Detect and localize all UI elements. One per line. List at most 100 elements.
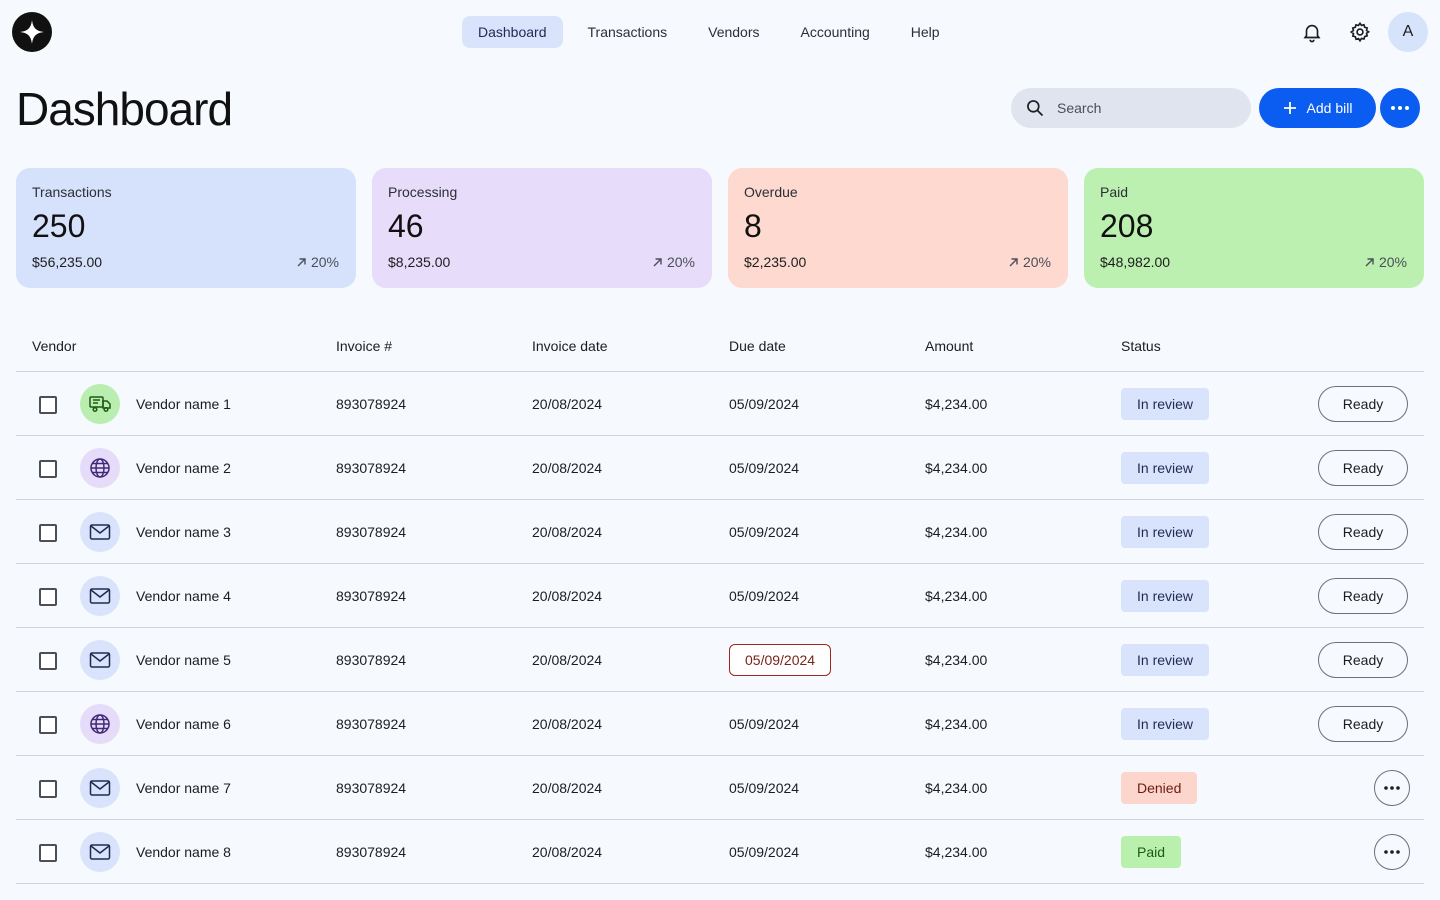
amount: $4,234.00 (925, 396, 988, 412)
top-bar: Dashboard Transactions Vendors Accounting He… (0, 0, 1440, 64)
vendor-name[interactable]: Vendor name 2 (136, 460, 231, 476)
stat-card-processing[interactable]: Processing 46 $8,235.00 20% (372, 168, 712, 288)
bell-icon[interactable] (1292, 12, 1332, 52)
table-row[interactable]: Vendor name 6 893078924 20/08/2024 05/09/20… (0, 692, 1440, 756)
row-more-button[interactable] (1374, 834, 1410, 870)
status-badge: In review (1121, 644, 1210, 676)
table-row[interactable]: Vendor name 4 893078924 20/08/2024 05/09/20… (0, 564, 1440, 628)
vendor-name[interactable]: Vendor name 5 (136, 652, 231, 668)
search-input[interactable] (1057, 100, 1237, 116)
table-row[interactable]: Vendor name 2 893078924 20/08/2024 05/09/20… (0, 436, 1440, 500)
stat-label: Transactions (32, 184, 112, 200)
invoice-number: 893078924 (336, 396, 407, 412)
nav-item-accounting[interactable]: Accounting (785, 16, 886, 48)
status-badge: In review (1121, 708, 1210, 740)
arrow-up-right-icon (297, 257, 306, 266)
invoice-date: 20/08/2024 (532, 460, 603, 476)
stat-count: 8 (744, 208, 762, 244)
invoice-date: 20/08/2024 (532, 396, 603, 412)
row-divider (16, 883, 1424, 884)
ready-button[interactable]: Ready (1318, 386, 1408, 422)
col-due-date[interactable]: Due date (729, 338, 786, 354)
ready-button[interactable]: Ready (1318, 578, 1408, 614)
col-invoice-date[interactable]: Invoice date (532, 338, 608, 354)
table-row[interactable]: Vendor name 7 893078924 20/08/2024 05/09/20… (0, 756, 1440, 820)
invoice-date: 20/08/2024 (532, 652, 603, 668)
vendor-name[interactable]: Vendor name 3 (136, 524, 231, 540)
arrow-up-right-icon (1009, 257, 1018, 266)
invoice-number: 893078924 (336, 780, 407, 796)
table-row[interactable]: Vendor name 5 893078924 20/08/2024 05/09/20… (0, 628, 1440, 692)
stat-card-paid[interactable]: Paid 208 $48,982.00 20% (1084, 168, 1424, 288)
more-horizontal-icon (1391, 106, 1409, 110)
stat-trend-value: 20% (1378, 254, 1407, 270)
amount: $4,234.00 (925, 652, 988, 668)
add-bill-button[interactable]: Add bill (1259, 88, 1376, 128)
table-row[interactable]: Vendor name 3 893078924 20/08/2024 05/09/20… (0, 500, 1440, 564)
vendor-name[interactable]: Vendor name 7 (136, 780, 231, 796)
status-badge: In review (1121, 452, 1210, 484)
row-checkbox[interactable] (39, 524, 57, 542)
vendor-name[interactable]: Vendor name 4 (136, 588, 231, 604)
table-row[interactable]: Vendor name 1 893078924 20/08/2024 05/09/20… (0, 372, 1440, 436)
col-status[interactable]: Status (1121, 338, 1161, 354)
ready-button[interactable]: Ready (1318, 642, 1408, 678)
amount: $4,234.00 (925, 844, 988, 860)
due-date: 05/09/2024 (729, 780, 800, 796)
row-checkbox[interactable] (39, 780, 57, 798)
ready-button[interactable]: Ready (1318, 450, 1408, 486)
row-checkbox[interactable] (39, 460, 57, 478)
row-checkbox[interactable] (39, 844, 57, 862)
stat-card-transactions[interactable]: Transactions 250 $56,235.00 20% (16, 168, 356, 288)
stat-count: 46 (388, 208, 424, 244)
stat-trend: 20% (1008, 254, 1051, 270)
star-logo-icon[interactable] (12, 12, 52, 52)
truck-icon (80, 384, 120, 424)
nav-item-dashboard[interactable]: Dashboard (462, 16, 563, 48)
row-checkbox[interactable] (39, 716, 57, 734)
col-vendor[interactable]: Vendor (32, 338, 76, 354)
add-bill-label: Add bill (1306, 100, 1353, 116)
invoice-number: 893078924 (336, 652, 407, 668)
vendor-name[interactable]: Vendor name 8 (136, 844, 231, 860)
more-options-button[interactable] (1380, 88, 1420, 128)
nav-item-transactions[interactable]: Transactions (572, 16, 684, 48)
avatar[interactable]: A (1388, 12, 1428, 52)
table-row[interactable]: Vendor name 8 893078924 20/08/2024 05/09/20… (0, 820, 1440, 884)
status-badge: In review (1121, 516, 1210, 548)
stat-card-overdue[interactable]: Overdue 8 $2,235.00 20% (728, 168, 1068, 288)
status-badge: Denied (1121, 772, 1198, 804)
row-checkbox[interactable] (39, 396, 57, 414)
ready-button[interactable]: Ready (1318, 514, 1408, 550)
due-date: 05/09/2024 (729, 460, 800, 476)
vendor-name[interactable]: Vendor name 1 (136, 396, 231, 412)
more-horizontal-icon (1384, 850, 1400, 854)
invoice-number: 893078924 (336, 588, 407, 604)
stat-amount: $56,235.00 (32, 254, 103, 270)
stat-label: Overdue (744, 184, 798, 200)
invoice-number: 893078924 (336, 460, 407, 476)
row-more-button[interactable] (1374, 770, 1410, 806)
amount: $4,234.00 (925, 460, 988, 476)
vendor-name[interactable]: Vendor name 6 (136, 716, 231, 732)
invoice-number: 893078924 (336, 524, 407, 540)
due-date: 05/09/2024 (729, 844, 800, 860)
status-badge: In review (1121, 580, 1210, 612)
invoice-date: 20/08/2024 (532, 524, 603, 540)
mail-icon (80, 768, 120, 808)
row-checkbox[interactable] (39, 652, 57, 670)
col-amount[interactable]: Amount (925, 338, 973, 354)
invoice-date: 20/08/2024 (532, 780, 603, 796)
row-checkbox[interactable] (39, 588, 57, 606)
invoice-date: 20/08/2024 (532, 588, 603, 604)
gear-icon[interactable] (1340, 12, 1380, 52)
due-date: 05/09/2024 (729, 716, 800, 732)
stat-trend: 20% (1364, 254, 1407, 270)
ready-button[interactable]: Ready (1318, 706, 1408, 742)
nav-item-vendors[interactable]: Vendors (692, 16, 775, 48)
nav-item-help[interactable]: Help (895, 16, 956, 48)
col-invoice[interactable]: Invoice # (336, 338, 392, 354)
amount: $4,234.00 (925, 716, 988, 732)
search-bar[interactable] (1011, 88, 1251, 128)
due-date-overdue: 05/09/2024 (729, 644, 832, 676)
